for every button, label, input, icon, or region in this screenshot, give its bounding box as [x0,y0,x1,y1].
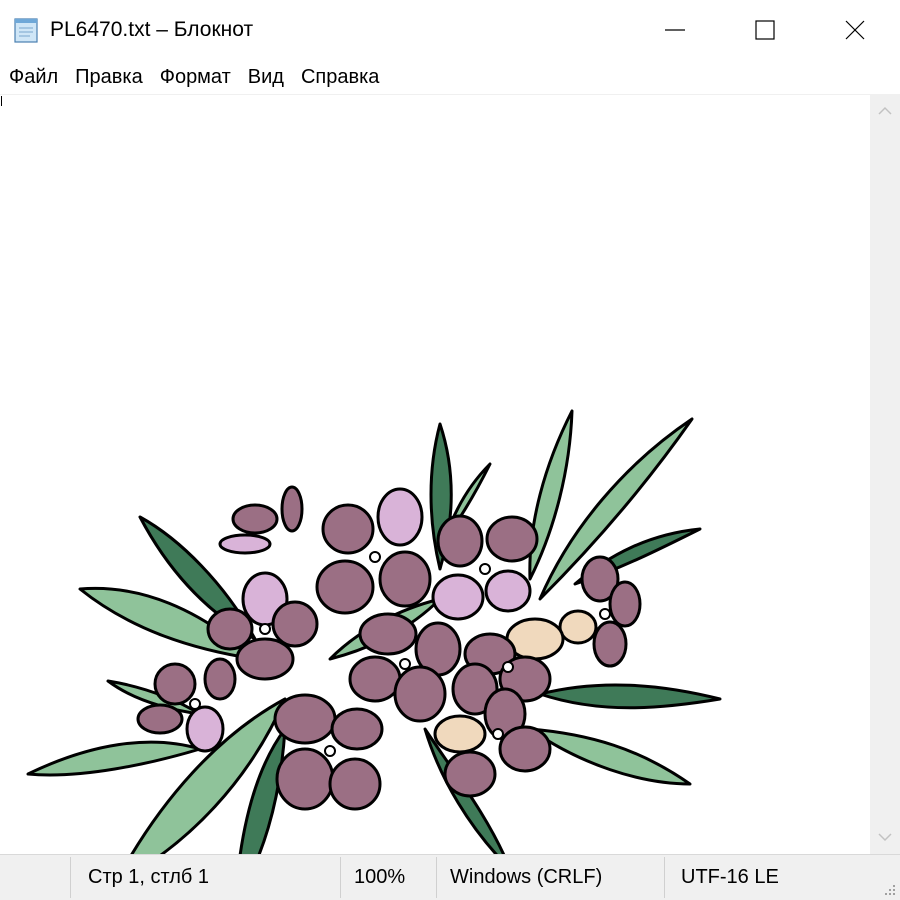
status-bar: Стр 1, стлб 1 100% Windows (CRLF) UTF-16… [0,854,900,900]
menu-view[interactable]: Вид [239,62,292,92]
menu-help[interactable]: Справка [292,62,387,92]
status-separator [436,857,437,898]
vertical-scrollbar[interactable] [870,94,900,854]
zoom-level: 100% [354,866,406,888]
maximize-icon [755,20,775,40]
menu-format[interactable]: Формат [151,62,239,92]
status-separator [70,857,71,898]
maximize-button[interactable] [720,0,810,60]
title-bar[interactable]: PL6470.txt – Блокнот [0,0,900,60]
chevron-up-icon [878,106,892,115]
window-title: PL6470.txt – Блокнот [50,18,254,41]
resize-grip-icon[interactable] [882,882,896,896]
close-icon [845,20,865,40]
chevron-down-icon [878,833,892,842]
minimize-icon [665,29,685,31]
menu-bar: Файл Правка Формат Вид Справка [0,60,900,94]
cursor-position: Стр 1, стлб 1 [88,866,210,888]
scroll-down-button[interactable] [870,820,900,854]
line-endings: Windows (CRLF) [450,866,603,888]
status-separator [664,857,665,898]
close-button[interactable] [810,0,900,60]
flower-bouquet-art [26,409,722,855]
minimize-button[interactable] [630,0,720,60]
encoding: UTF-16 LE [681,866,779,888]
status-separator [340,857,341,898]
scroll-up-button[interactable] [870,94,900,128]
notepad-icon [14,18,38,43]
menu-edit[interactable]: Правка [66,62,151,92]
text-editor-area[interactable] [0,94,870,855]
menu-file[interactable]: Файл [0,62,66,92]
